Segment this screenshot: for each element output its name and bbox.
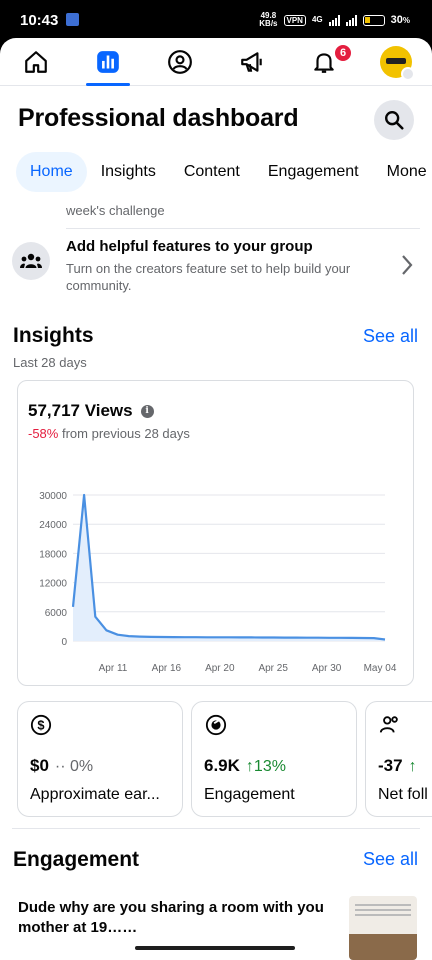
metric-value: -37 ↑ [378, 756, 417, 775]
group-icon [12, 242, 50, 280]
status-time: 10:43 [20, 12, 59, 29]
app-frame: 6 Professional dashboard Home Insights C… [0, 38, 432, 960]
x-tick-label: Apr 11 [99, 663, 128, 674]
post-text[interactable]: Dude why are you sharing a room with you… [18, 898, 338, 938]
feature-description: Turn on the creators feature set to help… [66, 261, 351, 293]
y-tick-label: 24000 [39, 520, 67, 531]
views-chart-card[interactable]: 57,717 Views i -58% from previous 28 day… [17, 380, 414, 686]
x-tick-label: Apr 25 [258, 663, 288, 674]
profile-icon [168, 49, 192, 74]
tab-engagement[interactable]: Engagement [254, 152, 373, 192]
notification-badge: 6 [333, 43, 353, 63]
net-type: 4G [311, 15, 323, 24]
page-title: Professional dashboard [18, 104, 299, 132]
metric-label: Approximate ear... [30, 786, 160, 803]
y-tick-label: 6000 [45, 608, 68, 619]
insights-heading: Insights [13, 324, 94, 347]
followers-icon [379, 716, 398, 733]
engagement-icon [205, 714, 227, 736]
delta-text: from previous 28 days [61, 426, 190, 441]
tab-home[interactable]: Home [16, 152, 87, 192]
vpn-badge: VPN [283, 14, 306, 26]
y-tick-label: 12000 [39, 579, 67, 590]
dashboard-icon [97, 50, 119, 73]
battery-level: 30 [390, 14, 403, 26]
signal-icon-2 [345, 14, 357, 26]
series-line [71, 493, 386, 641]
search-icon [385, 111, 404, 130]
nav-menu[interactable] [360, 38, 432, 85]
home-icon [25, 50, 47, 73]
info-icon[interactable]: i [140, 404, 154, 418]
home-indicator[interactable] [135, 946, 295, 950]
metric-label: Net foll [378, 786, 428, 803]
y-tick-label: 18000 [39, 549, 67, 560]
x-tick-label: May 04 [364, 663, 397, 674]
tab-bar: Home Insights Content Engagement Mone [16, 152, 432, 192]
views-chart: 30000 24000 18000 12000 6000 0 Apr 11 Apr 16 Apr… [39, 491, 397, 674]
divider [66, 228, 420, 229]
nav-home[interactable] [0, 38, 72, 85]
metric-label: Engagement [204, 786, 295, 803]
chevron-right-icon [402, 255, 413, 275]
top-nav: 6 [0, 38, 432, 86]
insights-period: Last 28 days [13, 355, 87, 370]
status-bar: 10:43 49.8 KB/s VPN 4G 30% [0, 0, 432, 38]
search-button[interactable] [374, 100, 414, 140]
net-speed: 49.8 KB/s [259, 11, 278, 28]
nav-ads[interactable] [216, 38, 288, 85]
svg-text:$: $ [37, 718, 44, 733]
feature-title: Add helpful features to your group [66, 238, 313, 255]
avatar [380, 45, 415, 81]
nav-profile[interactable] [144, 38, 216, 85]
metric-card-engagement[interactable]: 6.9K ↑13% Engagement [191, 701, 357, 817]
insights-see-all-link[interactable]: See all [363, 326, 418, 347]
app-notification-icon [66, 13, 79, 26]
views-value: 57,717 Views [28, 401, 133, 420]
engagement-see-all-link[interactable]: See all [363, 849, 418, 870]
divider [12, 828, 420, 829]
engagement-heading: Engagement [13, 848, 140, 871]
views-delta: -58% from previous 28 days [28, 426, 190, 441]
y-tick-label: 30000 [39, 491, 67, 502]
status-indicators: 49.8 KB/s VPN 4G 30% [259, 11, 410, 28]
signal-icon [328, 14, 340, 26]
tab-insights[interactable]: Insights [87, 152, 170, 192]
metric-card-followers[interactable]: -37 ↑ Net foll [365, 701, 432, 817]
delta-percent: -58% [28, 426, 59, 441]
nav-dashboard[interactable] [72, 38, 144, 86]
battery-icon [362, 14, 385, 26]
nav-notifications[interactable]: 6 [288, 38, 360, 85]
views-total: 57,717 Views i [28, 401, 154, 421]
partial-item-text: week's challenge [66, 203, 165, 218]
metric-value: 6.9K ↑13% [204, 756, 286, 775]
series-area [73, 495, 385, 641]
metric-value: $0 ·· 0% [30, 756, 94, 775]
post-thumbnail[interactable] [349, 896, 417, 960]
x-tick-label: Apr 30 [312, 663, 342, 674]
megaphone-icon [241, 51, 262, 72]
x-tick-label: Apr 20 [205, 663, 235, 674]
tab-content[interactable]: Content [170, 152, 254, 192]
x-tick-label: Apr 16 [152, 663, 182, 674]
menu-icon [401, 66, 415, 81]
metric-card-earnings[interactable]: $ $0 ·· 0% Approximate ear... [17, 701, 183, 817]
dollar-icon: $ [30, 714, 52, 736]
tab-monetization[interactable]: Mone [373, 152, 432, 192]
feature-suggestion[interactable]: Add helpful features to your group Turn … [12, 234, 420, 298]
y-tick-label: 0 [61, 637, 67, 648]
